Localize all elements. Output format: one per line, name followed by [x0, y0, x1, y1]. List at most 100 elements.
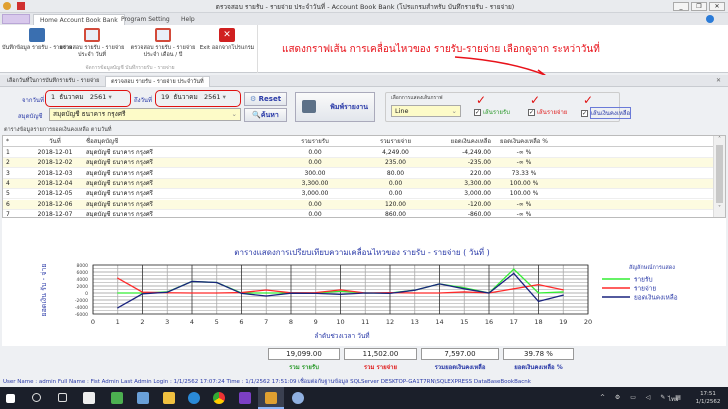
balance-line-checkbox[interactable]: ✓ เส้นเงินคงเหลือ — [581, 107, 632, 119]
input-language[interactable]: ไทย — [668, 394, 679, 404]
minimize-button[interactable]: _ — [673, 2, 689, 11]
x-tick-label: 8 — [289, 318, 293, 326]
vertical-scrollbar[interactable]: ˄ ˅ — [713, 136, 725, 217]
table-row-cell: สมุดบัญชี ธนาคาร กรุงศรี — [86, 190, 153, 198]
active-app-taskbar-button[interactable] — [258, 387, 284, 409]
start-icon[interactable] — [6, 394, 15, 403]
chrome-icon[interactable] — [213, 392, 225, 404]
total-balance-value: 7,597.00 — [421, 348, 499, 360]
from-date-picker[interactable]: 1 ธันวาคม 2561 ▾ — [48, 92, 128, 105]
income-line-checkbox[interactable]: ✓ เส้นรายรับ — [474, 107, 510, 117]
table-row[interactable]: 6 2018-12-06 สมุดบัญชี ธนาคาร กรุงศรี 0.00 1… — [3, 199, 713, 210]
close-button[interactable]: ✕ — [709, 2, 725, 11]
print-report-button[interactable]: พิมพ์รายงาน — [295, 92, 375, 122]
data-point — [166, 291, 168, 293]
x-tick-label: 19 — [559, 318, 567, 326]
total-expense-label: รวม รายจ่าย — [363, 364, 398, 371]
total-expense-value: 11,502.00 — [344, 348, 417, 360]
tab-record-entry[interactable]: เลือกวันที่ในการบันทึกรายรับ - รายจ่าย — [2, 76, 104, 87]
reset-button[interactable]: ⚙ Reset — [244, 92, 287, 106]
calendar-dropdown-icon[interactable]: ▾ — [108, 93, 111, 101]
x-tick-label: 20 — [584, 318, 592, 326]
tab-help[interactable]: Help — [175, 14, 201, 25]
close-doc-icon[interactable] — [17, 2, 25, 10]
visual-studio-icon[interactable] — [239, 392, 251, 404]
data-grid[interactable]: * วันที่ ชื่อสมุดบัญชี รวมรายรับ รวมรายจ่ายย… — [2, 135, 726, 218]
task-view-icon[interactable] — [58, 393, 67, 402]
data-point — [562, 291, 564, 293]
table-row-cell: -235.00 — [467, 159, 491, 167]
edge-icon[interactable] — [188, 392, 200, 404]
clock[interactable]: 17:51 1/1/2562 — [690, 390, 726, 406]
table-row[interactable]: 3 2018-12-03 สมุดบัญชี ธนาคาร กรุงศรี 300.0… — [3, 169, 713, 179]
table-row[interactable]: 1 2018-12-01 สมุดบัญชี ธนาคาร กรุงศรี 0.00 4… — [3, 148, 713, 158]
data-point — [265, 295, 267, 297]
checkbox-checked-icon[interactable]: ✓ — [528, 108, 535, 116]
table-row-cell: สมุดบัญชี ธนาคาร กรุงศรี — [86, 169, 153, 177]
app-icon — [3, 2, 11, 10]
table-row-cell: 100.00 % — [509, 179, 539, 187]
chevron-down-icon: ⌄ — [231, 110, 237, 118]
ribbon-group-label: จัดการข้อมูลบัญชี บันทึกรายรับ - รายจ่าย — [85, 65, 175, 71]
table-row-cell: 73.33 % — [511, 169, 537, 177]
app-menu-button[interactable] — [2, 14, 30, 24]
x-tick-label: 3 — [165, 318, 169, 326]
scroll-thumb[interactable] — [716, 145, 723, 203]
table-row-cell: สมุดบัญชี ธนาคาร กรุงศรี — [86, 149, 153, 156]
checkbox-checked-icon[interactable]: ✓ — [581, 109, 588, 117]
checkbox-checked-icon[interactable]: ✓ — [474, 108, 481, 116]
daily-check-button[interactable]: ตรวจสอบ รายรับ - รายจ่าย ประจำ วันที่ — [57, 28, 127, 59]
paint-icon[interactable] — [292, 392, 304, 404]
calendar-dropdown-icon[interactable]: ▾ — [223, 93, 226, 101]
table-row-cell: 2018-12-01 — [37, 149, 73, 156]
to-date-picker[interactable]: 19 ธันวาคม 2561 ▾ — [158, 92, 238, 105]
data-point — [463, 288, 465, 290]
x-tick-label: 5 — [215, 318, 219, 326]
table-row-cell: 2018-12-02 — [37, 159, 73, 167]
table-row[interactable]: 7 2018-12-07 สมุดบัญชี ธนาคาร กรุงศรี 0.00 8… — [3, 210, 713, 217]
search-button[interactable]: 🔍ค้นหา — [244, 108, 287, 122]
table-row-cell: 220.00 — [470, 169, 491, 177]
title-bar: ตรวจสอบ รายรับ - รายจ่าย ประจำวันที่ - A… — [0, 0, 728, 13]
scroll-up-icon[interactable]: ˄ — [714, 136, 725, 143]
x-tick-label: 2 — [140, 318, 144, 326]
grid-header-cell: วันที่ — [49, 138, 61, 145]
x-tick-label: 7 — [264, 318, 268, 326]
y-tick-label: 8000 — [77, 263, 89, 269]
data-point — [488, 292, 490, 294]
to-date-label: ถึงวันที่ — [134, 97, 152, 104]
tab-daily-check[interactable]: ตรวจสอบ รายรับ - รายจ่าย ประจำวันที่ — [105, 76, 210, 87]
table-row-cell: 3 — [6, 169, 10, 177]
search-icon[interactable] — [32, 393, 41, 402]
grid-header[interactable]: * วันที่ ชื่อสมุดบัญชี รวมรายรับ รวมรายจ่ายย… — [3, 137, 713, 147]
tab-home[interactable]: Home Account Book Bank — [33, 14, 125, 25]
exit-button[interactable]: ✕ Exit ออกจากโปรแกรม — [192, 28, 262, 52]
exit-icon: ✕ — [219, 28, 235, 42]
file-explorer-icon[interactable] — [163, 392, 175, 404]
calendar-grid-icon — [155, 28, 171, 42]
restore-button[interactable]: ❐ — [691, 2, 707, 11]
search-icon: 🔍 — [252, 111, 261, 119]
data-point — [117, 277, 119, 279]
table-row-cell: -∞ % — [516, 159, 532, 167]
close-tab-icon[interactable]: ✕ — [716, 77, 721, 84]
red-check-mark-icon: ✓ — [530, 93, 541, 107]
graph-type-select[interactable]: Line ⌄ — [391, 105, 461, 117]
table-row[interactable]: 2 2018-12-02 สมุดบัญชี ธนาคาร กรุงศรี 0.00 2… — [3, 158, 713, 169]
scroll-down-icon[interactable]: ˅ — [714, 205, 725, 212]
store-icon[interactable] — [83, 392, 95, 404]
table-row[interactable]: 5 2018-12-05 สมุดบัญชี ธนาคาร กรุงศรี 3,000… — [3, 189, 713, 200]
tools-app-icon[interactable] — [111, 392, 123, 404]
x-tick-label: 13 — [411, 318, 419, 326]
info-icon[interactable] — [706, 15, 714, 23]
window-title: ตรวจสอบ รายรับ - รายจ่าย ประจำวันที่ - A… — [215, 3, 515, 11]
tab-program-setting[interactable]: Program Setting — [115, 14, 176, 25]
table-row-cell: 2018-12-05 — [37, 190, 73, 198]
app-icon[interactable] — [137, 392, 149, 404]
table-row[interactable]: 4 2018-12-04 สมุดบัญชี ธนาคาร กรุงศรี 3,300… — [3, 178, 713, 189]
account-select[interactable]: สมุดบัญชี ธนาคาร กรุงศรี ⌄ — [49, 108, 241, 121]
data-point — [414, 292, 416, 294]
divider — [257, 25, 258, 73]
expense-line-checkbox[interactable]: ✓ เส้นรายจ่าย — [528, 107, 567, 117]
monthly-check-button[interactable]: ตรวจสอบ รายรับ - รายจ่าย ประจำ เดือน / ป… — [128, 28, 198, 59]
